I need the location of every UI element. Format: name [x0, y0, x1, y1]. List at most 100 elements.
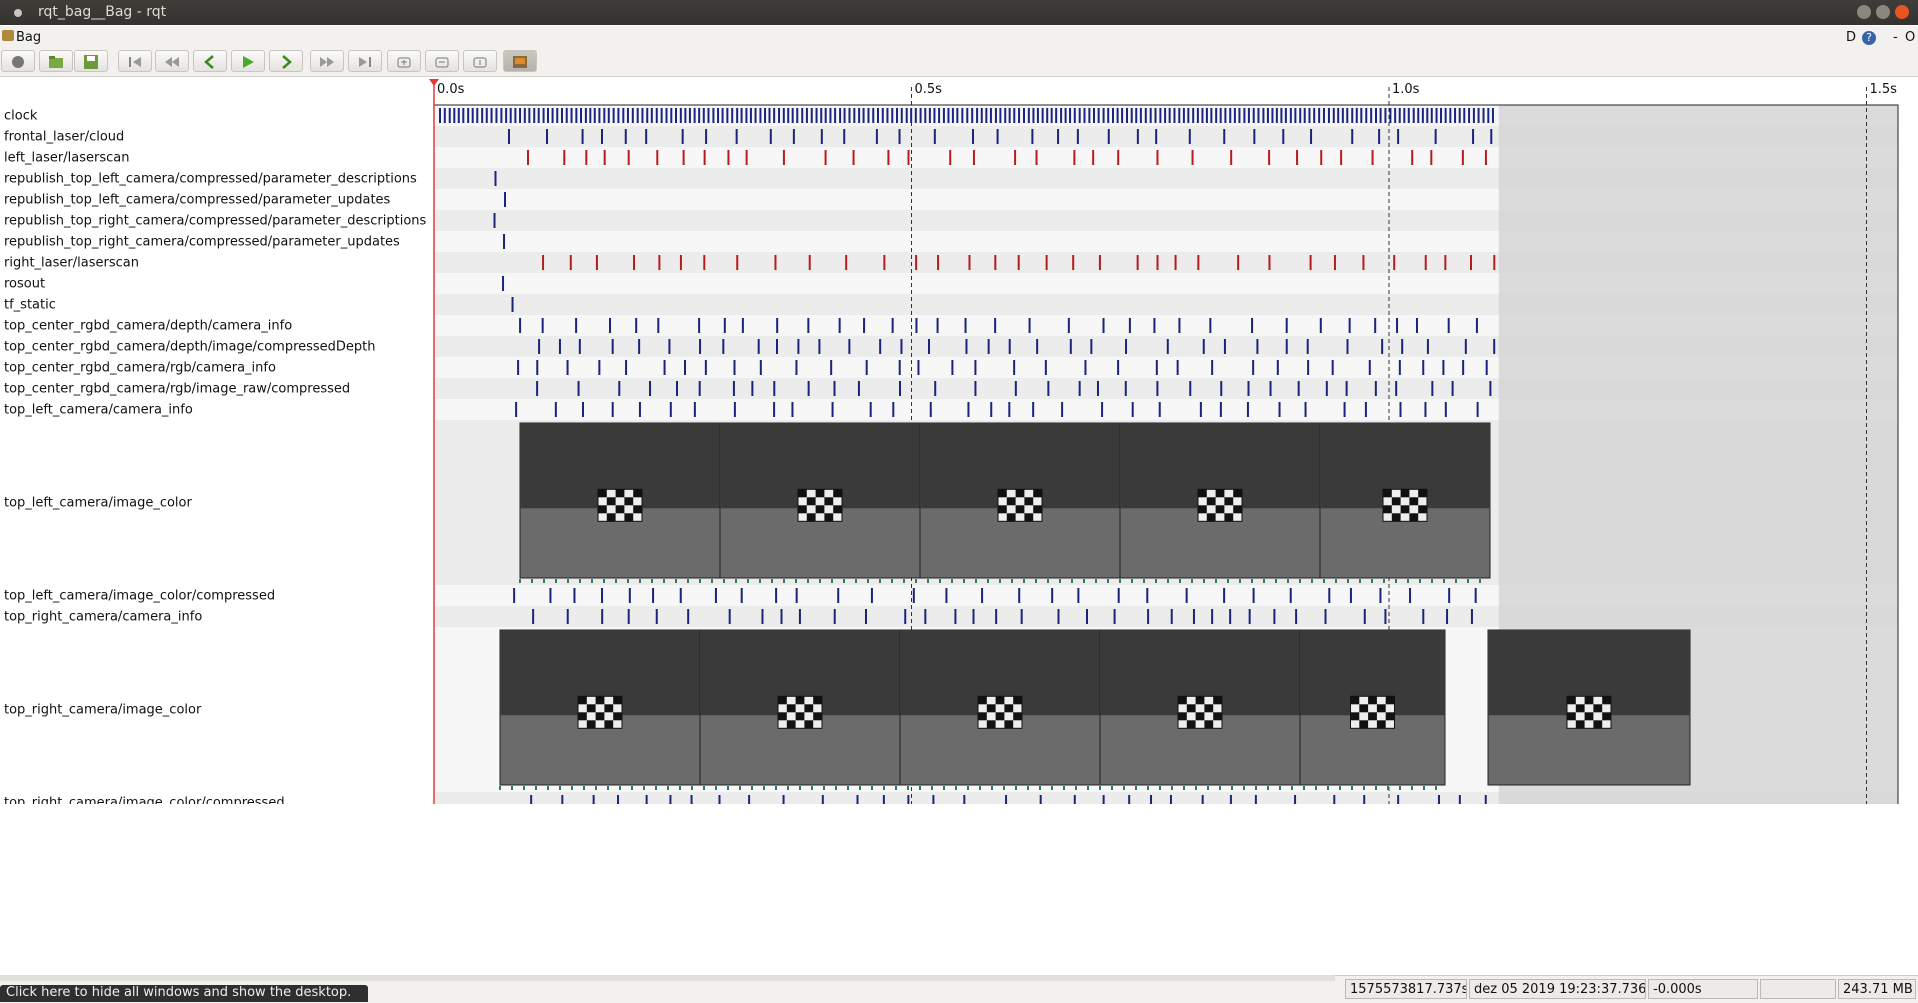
- topic-label[interactable]: clock: [4, 109, 38, 124]
- rewind-icon: [165, 57, 179, 67]
- checker-square: [786, 720, 796, 729]
- show-desktop-tooltip: Click here to hide all windows and show …: [0, 985, 368, 1002]
- horizontal-scrollbar[interactable]: [0, 975, 1335, 981]
- float-plugin-button[interactable]: O: [1905, 30, 1915, 45]
- checker-square: [1350, 696, 1360, 705]
- thumbnails-button[interactable]: [503, 50, 537, 72]
- checker-square: [1400, 505, 1410, 514]
- record-button[interactable]: [1, 50, 35, 72]
- topic-label[interactable]: republish_top_right_camera/compressed/pa…: [4, 235, 400, 250]
- checker-square: [806, 513, 816, 522]
- datetime-field: dez 05 2019 19:23:37.736: [1469, 979, 1646, 999]
- topic-label[interactable]: top_left_camera/image_color: [4, 496, 192, 511]
- topic-label[interactable]: republish_top_left_camera/compressed/par…: [4, 172, 417, 187]
- checker-square: [813, 696, 822, 705]
- zoom-reset-button[interactable]: [463, 50, 497, 72]
- topic-label[interactable]: top_center_rgbd_camera/depth/image/compr…: [4, 340, 376, 355]
- window-titlebar: rqt_bag__Bag - rqt: [0, 0, 1918, 25]
- checker-square: [1213, 696, 1222, 705]
- checker-square: [1215, 489, 1225, 498]
- topic-label[interactable]: top_center_rgbd_camera/depth/camera_info: [4, 319, 292, 334]
- bag-timeline[interactable]: clock frontal_laser/cloud left_laser/laser…: [0, 77, 1918, 804]
- checker-square: [1006, 497, 1016, 506]
- help-icon[interactable]: ?: [1862, 31, 1876, 45]
- checker-square: [1593, 720, 1603, 729]
- checker-square: [1024, 513, 1034, 522]
- checker-square: [1584, 696, 1594, 705]
- topic-label[interactable]: rosout: [4, 277, 45, 292]
- plugin-d-button[interactable]: D: [1846, 30, 1856, 45]
- topic-label[interactable]: tf_static: [4, 298, 56, 313]
- checker-square: [1204, 704, 1214, 713]
- topic-label[interactable]: top_right_camera/image_color: [4, 703, 202, 718]
- open-button[interactable]: [39, 50, 73, 72]
- checker-square: [1198, 489, 1207, 498]
- tick-label: 0.0s: [437, 82, 465, 97]
- checker-square: [595, 712, 605, 721]
- topic-label[interactable]: top_right_camera/image_color/compressed: [4, 796, 285, 805]
- zoom-in-button[interactable]: [387, 50, 421, 72]
- topic-label[interactable]: top_right_camera/camera_info: [4, 610, 202, 625]
- plugin-title: Bag: [16, 30, 42, 45]
- checker-square: [795, 712, 805, 721]
- checker-square: [1376, 704, 1386, 713]
- topic-label[interactable]: top_center_rgbd_camera/rgb/image_raw/com…: [4, 382, 350, 397]
- skip-to-start-button[interactable]: [118, 50, 152, 72]
- checker-square: [995, 696, 1005, 705]
- checker-square: [1015, 505, 1025, 514]
- checker-square: [1575, 704, 1585, 713]
- checker-square: [813, 712, 822, 721]
- checker-square: [1224, 513, 1234, 522]
- checker-square: [604, 720, 614, 729]
- topic-label[interactable]: left_laser/laserscan: [4, 151, 129, 166]
- checker-square: [1178, 696, 1187, 705]
- rewind-button[interactable]: [155, 50, 189, 72]
- window-menu-icon[interactable]: [14, 9, 22, 17]
- checker-square: [624, 513, 634, 522]
- topic-label[interactable]: right_laser/laserscan: [4, 256, 139, 271]
- checker-square: [1567, 712, 1576, 721]
- topic-label[interactable]: top_center_rgbd_camera/rgb/camera_info: [4, 361, 276, 376]
- minimize-plugin-button[interactable]: -: [1893, 30, 1898, 45]
- timestamp-field: 1575573817.737s: [1345, 979, 1467, 999]
- maximize-icon[interactable]: [1876, 5, 1890, 19]
- step-back-icon: [204, 55, 214, 69]
- topic-label[interactable]: republish_top_left_camera/compressed/par…: [4, 193, 391, 208]
- checker-square: [806, 497, 816, 506]
- play-button[interactable]: [231, 50, 265, 72]
- checker-square: [786, 704, 796, 713]
- step-forward-button[interactable]: [269, 50, 303, 72]
- record-icon: [12, 56, 24, 68]
- checker-square: [1593, 704, 1603, 713]
- topic-label[interactable]: frontal_laser/cloud: [4, 130, 124, 145]
- checker-square: [1400, 489, 1410, 498]
- checker-square: [1013, 712, 1022, 721]
- checker-square: [1418, 505, 1427, 514]
- close-icon[interactable]: [1895, 5, 1909, 19]
- topic-label[interactable]: republish_top_right_camera/compressed/pa…: [4, 214, 427, 229]
- checker-square: [824, 497, 834, 506]
- checker-square: [1602, 712, 1611, 721]
- topic-label[interactable]: top_left_camera/camera_info: [4, 403, 193, 418]
- checker-square: [578, 712, 587, 721]
- fast-forward-button[interactable]: [310, 50, 344, 72]
- checker-square: [1368, 712, 1377, 721]
- checker-square: [1198, 505, 1207, 514]
- checker-square: [1383, 489, 1392, 498]
- open-icon: [49, 56, 63, 68]
- checker-square: [586, 704, 596, 713]
- checker-square: [778, 712, 787, 721]
- zoom-in-icon: [397, 57, 411, 68]
- checker-square: [1233, 505, 1242, 514]
- topic-label[interactable]: top_left_camera/image_color/compressed: [4, 589, 275, 604]
- zoom-out-button[interactable]: [425, 50, 459, 72]
- spacer-field: [1760, 979, 1836, 999]
- checker-square: [1024, 497, 1034, 506]
- window-title: rqt_bag__Bag - rqt: [38, 4, 167, 20]
- save-button[interactable]: [74, 50, 108, 72]
- step-back-button[interactable]: [193, 50, 227, 72]
- checker-square: [824, 513, 834, 522]
- checker-square: [1359, 704, 1369, 713]
- minimize-icon[interactable]: [1857, 5, 1871, 19]
- skip-to-end-button[interactable]: [348, 50, 382, 72]
